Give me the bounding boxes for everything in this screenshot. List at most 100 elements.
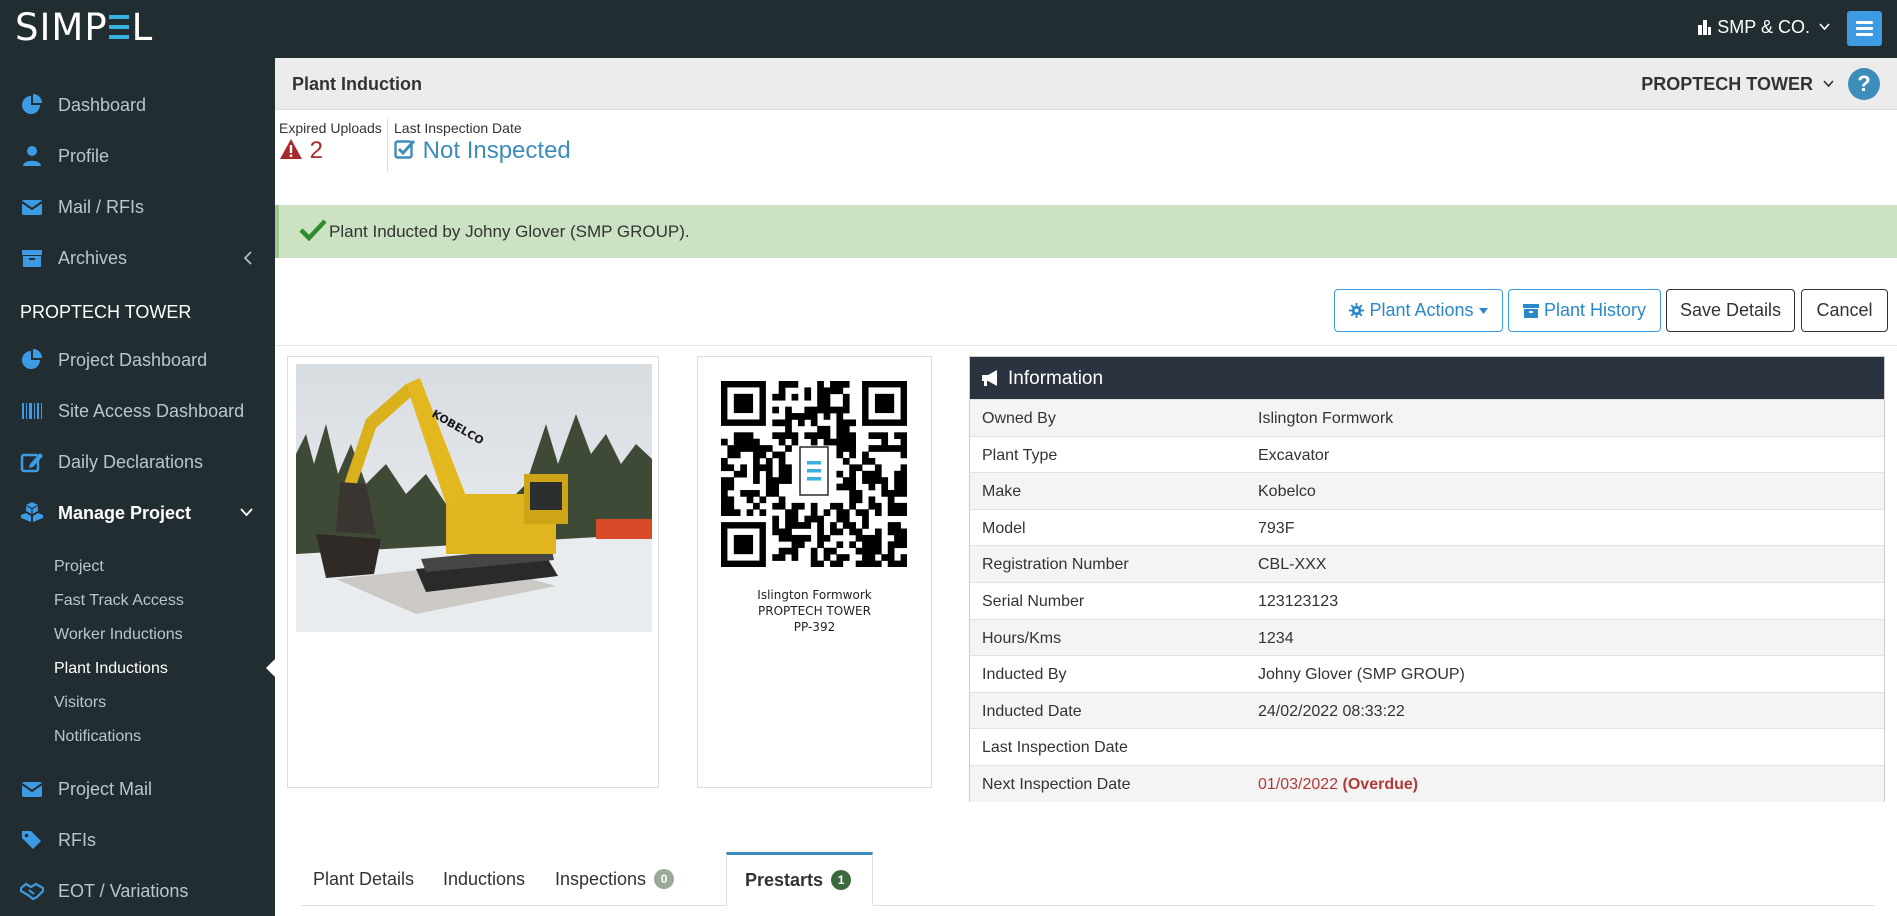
info-row: Registration Number CBL-XXX [970,545,1884,582]
next-inspection-date: 01/03/2022 [1258,775,1339,793]
pie-chart-icon [22,94,42,114]
sidebar-item-mail[interactable]: Mail / RFIs [0,183,275,231]
tags-icon [22,831,41,849]
active-item-indicator [266,659,275,677]
cancel-button[interactable]: Cancel [1801,289,1888,332]
save-details-button[interactable]: Save Details [1666,289,1795,332]
page-header: Plant Induction PROPTECH TOWER ? [275,58,1897,110]
prestarts-count-badge: 1 [831,870,852,890]
sidebar-item-project-mail[interactable]: Project Mail [0,765,275,813]
info-row: Hours/Kms 1234 [970,618,1884,656]
page-title: Plant Induction [292,74,422,94]
handshake-icon [20,882,44,901]
info-row: Serial Number 123123123 [970,581,1884,619]
last-inspection-stat[interactable]: Last Inspection Date Not Inspected [394,120,571,165]
sidebar-section-title: PROPTECH TOWER [20,302,192,322]
archive-icon [1522,304,1539,318]
sidebar-item-archives[interactable]: Archives [0,234,275,282]
tab-inductions[interactable]: Inductions [431,852,531,906]
stat-divider [387,118,388,172]
sidebar-item-profile[interactable]: Profile [0,132,275,180]
info-row-label: Model [982,519,1026,537]
sidebar-item-site-access-dashboard[interactable]: Site Access Dashboard [0,387,275,435]
info-row-value: Excavator [1258,446,1330,464]
tab-bar: Plant Details Inductions Inspections 0 Pr… [301,852,1875,906]
info-row-label: Inducted Date [982,702,1082,720]
info-row-label: Hours/Kms [982,629,1062,647]
info-row: Model 793F [970,508,1884,546]
tab-prestarts[interactable]: Prestarts 1 [726,852,873,906]
check-square-icon [394,139,416,159]
bullhorn-icon [982,370,997,386]
caret-down-icon [1478,308,1488,314]
info-row-value: CBL-XXX [1258,556,1327,574]
info-row: Next Inspection Date 01/03/2022 (Overdue) [970,764,1884,802]
building-icon [1698,20,1712,35]
sidebar-sub-project[interactable]: Project [54,558,104,576]
info-row-value: Johny Glover (SMP GROUP) [1258,666,1465,684]
qr-code[interactable] [721,381,907,567]
sidebar-sub-notifications[interactable]: Notifications [54,728,141,746]
logo-e-mark [108,12,131,42]
tab-plant-details[interactable]: Plant Details [301,852,419,906]
overdue-tag: (Overdue) [1342,775,1419,793]
info-row-label: Last Inspection Date [982,739,1128,757]
chevron-down-icon [240,508,253,517]
edit-icon [20,453,43,473]
help-button[interactable]: ? [1848,68,1880,100]
plant-photo[interactable]: KOBELCO [296,364,652,632]
information-header: Information [970,357,1884,399]
expired-uploads-stat[interactable]: Expired Uploads 2 [279,120,382,165]
envelope-icon [21,782,43,797]
sidebar-item-daily-declarations[interactable]: Daily Declarations [0,438,275,486]
simpel-logo[interactable]: SIMP L [15,6,153,49]
menu-toggle-button[interactable] [1847,11,1882,46]
chevron-down-icon [1823,80,1834,88]
qr-project-label: PROPTECH TOWER [758,604,871,618]
info-row-label: Make [982,483,1022,501]
company-selector[interactable]: SMP & CO. [1697,17,1830,38]
envelope-icon [21,200,43,215]
info-row-label: Serial Number [982,592,1085,610]
info-row: Make Kobelco [970,472,1884,509]
sidebar-item-eot-variations[interactable]: EOT / Variations [0,867,275,915]
chevron-down-icon [1819,23,1830,31]
qr-code-id-label: PP-392 [793,620,836,634]
qr-code-panel: Islington Formwork PROPTECH TOWER PP-392 [697,356,932,788]
plant-photo-panel: KOBELCO [287,356,659,788]
sidebar-item-rfis[interactable]: RFIs [0,816,275,864]
sidebar-sub-visitors[interactable]: Visitors [54,694,106,712]
archive-icon [22,250,42,267]
info-row-value: Islington Formwork [1258,410,1394,427]
info-row-value: 24/02/2022 08:33:22 [1258,702,1405,720]
success-alert: Plant Inducted by Johny Glover (SMP GROU… [275,205,1897,258]
qr-owner-label: Islington Formwork [757,588,872,602]
info-row: Owned By Islington Formwork [970,399,1884,436]
information-panel: Information Owned By Islington Formwork Pl… [969,356,1885,802]
user-icon [23,146,41,166]
info-row-value: 123123123 [1258,592,1339,610]
project-selector[interactable]: PROPTECH TOWER [1641,74,1834,95]
info-row-label: Owned By [982,410,1056,427]
warning-icon [280,139,302,159]
plant-history-button[interactable]: Plant History [1508,289,1661,332]
inspections-count-badge: 0 [654,869,675,889]
info-row-value: 01/03/2022 (Overdue) [1258,776,1418,794]
sidebar-item-dashboard[interactable]: Dashboard [0,81,275,129]
info-row-label: Plant Type [982,446,1058,464]
sidebar: Dashboard Profile Mail / RFIs Archives P… [0,58,275,916]
sidebar-item-manage-project[interactable]: Manage Project [0,489,275,537]
divider [275,345,1897,346]
tab-inspections[interactable]: Inspections 0 [543,852,675,906]
sidebar-sub-worker-inductions[interactable]: Worker Inductions [54,626,183,644]
sidebar-item-project-dashboard[interactable]: Project Dashboard [0,336,275,384]
checkmark-icon [299,219,327,242]
info-row: Inducted By Johny Glover (SMP GROUP) [970,655,1884,692]
plant-actions-button[interactable]: Plant Actions [1334,289,1503,332]
sidebar-sub-plant-inductions[interactable]: Plant Inductions [54,660,168,678]
info-row: Inducted Date 24/02/2022 08:33:22 [970,691,1884,729]
info-row-value: Kobelco [1258,483,1316,501]
sidebar-sub-fast-track-access[interactable]: Fast Track Access [54,592,184,610]
info-row-label: Registration Number [982,556,1129,574]
barcode-icon [22,403,42,419]
